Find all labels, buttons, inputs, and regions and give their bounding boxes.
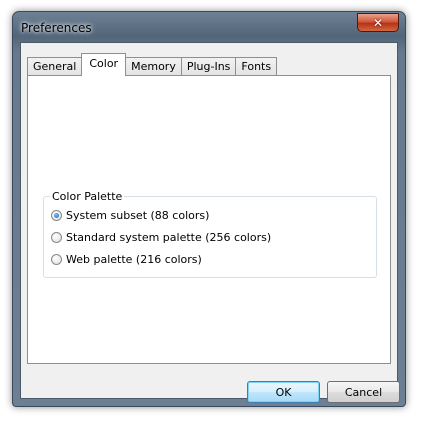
radio-button[interactable]	[51, 232, 62, 243]
cancel-button[interactable]: Cancel	[327, 381, 400, 403]
title-bar[interactable]: Preferences ✕	[13, 12, 405, 42]
radio-button[interactable]	[51, 254, 62, 265]
color-palette-group: Color Palette System subset (88 colors) …	[43, 190, 377, 278]
radio-standard-system-palette[interactable]: Standard system palette (256 colors)	[51, 231, 271, 244]
close-button[interactable]: ✕	[357, 13, 399, 32]
dialog-client-area: General Color Memory Plug-Ins Fonts Colo…	[20, 42, 400, 403]
radio-label: Web palette (216 colors)	[66, 253, 202, 266]
tab-color[interactable]: Color	[81, 53, 127, 76]
radio-label: System subset (88 colors)	[66, 209, 210, 222]
ok-button[interactable]: OK	[247, 381, 320, 403]
window-title: Preferences	[21, 21, 92, 35]
color-palette-group-label: Color Palette	[50, 190, 125, 203]
tab-general[interactable]: General	[27, 57, 83, 75]
tab-strip: General Color Memory Plug-Ins Fonts	[27, 53, 278, 76]
tab-fonts[interactable]: Fonts	[235, 57, 278, 75]
preferences-window: Preferences ✕ General Color Memory Plug-…	[12, 11, 406, 407]
radio-label: Standard system palette (256 colors)	[66, 231, 272, 244]
radio-button-checked[interactable]	[51, 210, 62, 221]
color-tab-panel: Color Palette System subset (88 colors) …	[27, 75, 391, 364]
tab-plug-ins[interactable]: Plug-Ins	[180, 57, 237, 75]
radio-web-palette[interactable]: Web palette (216 colors)	[51, 253, 202, 266]
radio-system-subset[interactable]: System subset (88 colors)	[51, 209, 209, 222]
tab-memory[interactable]: Memory	[125, 57, 182, 75]
close-icon: ✕	[372, 15, 384, 30]
